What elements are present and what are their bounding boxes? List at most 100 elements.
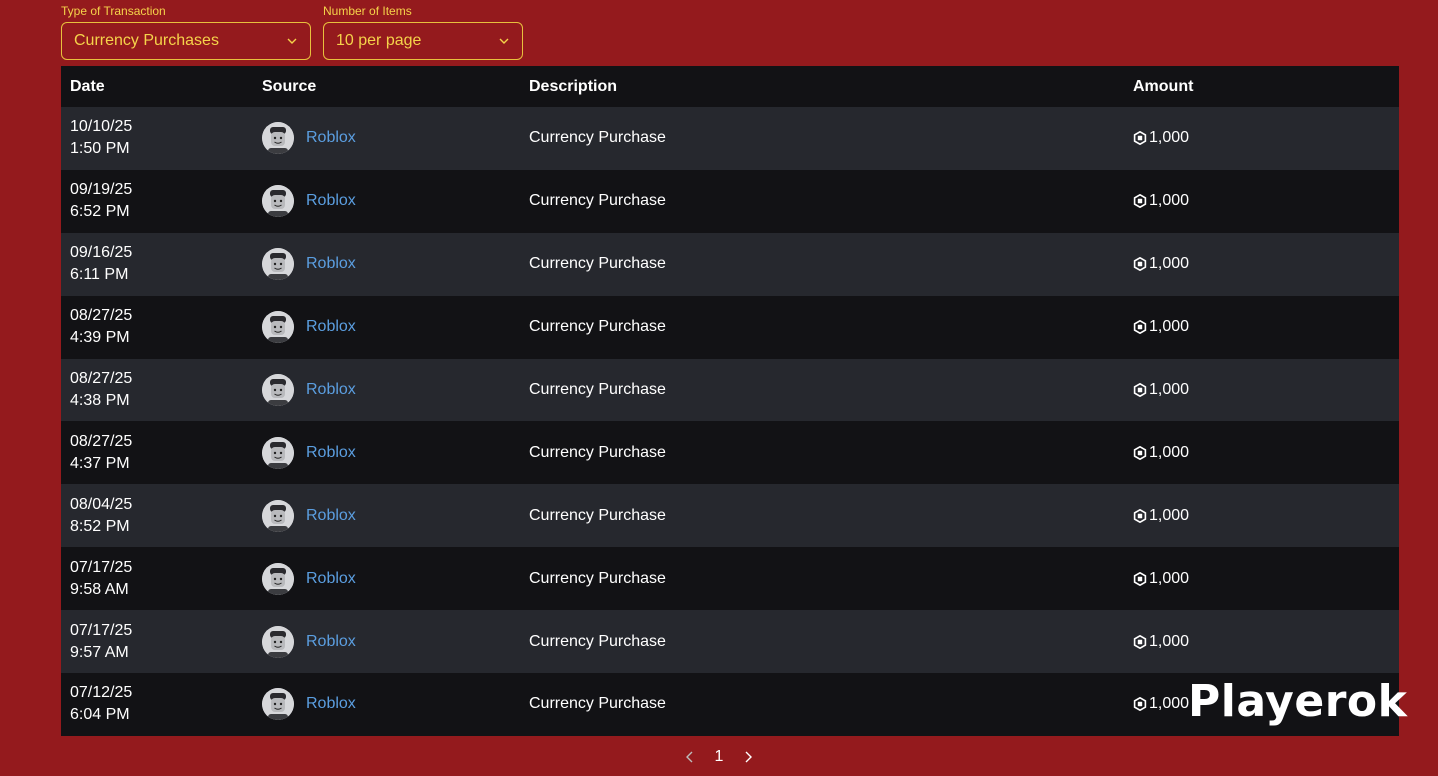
source-link[interactable]: Roblox [306, 129, 356, 147]
avatar-icon[interactable] [262, 185, 294, 218]
row-date: 08/27/25 [70, 432, 133, 450]
header-description: Description [529, 77, 618, 95]
date-cell: 08/27/25 4:37 PM [61, 431, 262, 475]
source-link[interactable]: Roblox [306, 381, 356, 399]
row-time: 4:37 PM [70, 454, 130, 472]
robux-icon [1133, 445, 1147, 460]
row-time: 4:39 PM [70, 329, 130, 347]
row-amount: 1,000 [1149, 506, 1190, 524]
filters-bar: Type of Transaction Currency Purchases N… [61, 4, 523, 60]
row-amount: 1,000 [1149, 443, 1190, 461]
row-description: Currency Purchase [529, 632, 666, 650]
row-description: Currency Purchase [529, 381, 666, 398]
chevron-down-icon [499, 38, 509, 44]
table-row: 08/27/25 4:38 PM Roblox Currency Purchas… [61, 358, 1399, 422]
source-link[interactable]: Roblox [306, 695, 356, 713]
row-date: 10/10/25 [70, 118, 133, 136]
amount-cell: 1,000 [1131, 129, 1399, 147]
row-date: 09/16/25 [70, 244, 133, 262]
chevron-left-icon[interactable] [683, 750, 697, 764]
header-source: Source [262, 77, 317, 95]
chevron-right-icon[interactable] [741, 750, 755, 764]
row-time: 8:52 PM [70, 517, 130, 535]
row-description: Currency Purchase [529, 695, 666, 713]
row-time: 1:50 PM [70, 140, 130, 158]
avatar-icon[interactable] [262, 248, 294, 281]
source-cell: Roblox [262, 625, 529, 658]
amount-cell: 1,000 [1131, 318, 1399, 336]
row-amount: 1,000 [1149, 192, 1190, 210]
row-time: 9:57 AM [70, 643, 129, 661]
source-link[interactable]: Roblox [306, 255, 356, 273]
date-cell: 10/10/25 1:50 PM [61, 116, 262, 160]
header-amount: Amount [1133, 77, 1194, 95]
source-cell: Roblox [262, 185, 529, 218]
table-row: 07/17/25 9:58 AM Roblox Currency Purchas… [61, 547, 1399, 611]
row-description: Currency Purchase [529, 506, 666, 524]
amount-cell: 1,000 [1131, 381, 1399, 399]
avatar-icon[interactable] [262, 562, 294, 595]
current-page[interactable]: 1 [715, 748, 724, 766]
row-amount: 1,000 [1149, 318, 1190, 336]
source-cell: Roblox [262, 122, 529, 155]
robux-icon [1133, 697, 1147, 712]
row-date: 08/27/25 [70, 307, 133, 325]
table-header: Date Source Description Amount [61, 66, 1399, 107]
source-link[interactable]: Roblox [306, 318, 356, 336]
row-description: Currency Purchase [529, 443, 666, 461]
transaction-type-filter: Type of Transaction Currency Purchases [61, 4, 311, 60]
source-link[interactable]: Roblox [306, 570, 356, 588]
watermark: Playerok [1188, 676, 1408, 727]
row-date: 07/12/25 [70, 684, 133, 702]
source-cell: Roblox [262, 688, 529, 721]
avatar-icon[interactable] [262, 625, 294, 658]
pagination: 1 [0, 744, 1438, 770]
table-row: 08/27/25 4:37 PM Roblox Currency Purchas… [61, 421, 1399, 485]
avatar-icon[interactable] [262, 688, 294, 721]
row-description: Currency Purchase [529, 129, 666, 147]
row-time: 4:38 PM [70, 392, 130, 409]
table-row: 08/04/25 8:52 PM Roblox Currency Purchas… [61, 484, 1399, 548]
transaction-type-value: Currency Purchases [74, 32, 219, 49]
transaction-type-label: Type of Transaction [61, 4, 166, 18]
header-date: Date [70, 77, 105, 95]
table-row: 10/10/25 1:50 PM Roblox Currency Purchas… [61, 107, 1399, 170]
avatar-icon[interactable] [262, 311, 294, 344]
robux-icon [1133, 320, 1147, 335]
row-description: Currency Purchase [529, 569, 666, 587]
items-count-label: Number of Items [323, 4, 412, 18]
avatar-icon[interactable] [262, 122, 294, 155]
robux-icon [1133, 257, 1147, 272]
robux-icon [1133, 194, 1147, 209]
date-cell: 08/27/25 4:38 PM [61, 368, 262, 412]
row-time: 6:52 PM [70, 203, 130, 221]
row-time: 9:58 AM [70, 580, 129, 598]
source-link[interactable]: Roblox [306, 192, 356, 210]
items-count-select[interactable]: 10 per page [323, 22, 523, 60]
avatar-icon[interactable] [262, 374, 294, 406]
row-date: 09/19/25 [70, 181, 133, 199]
source-cell: Roblox [262, 436, 529, 469]
date-cell: 07/17/25 9:57 AM [61, 620, 262, 664]
robux-icon [1133, 634, 1147, 649]
row-amount: 1,000 [1149, 695, 1190, 713]
date-cell: 08/04/25 8:52 PM [61, 494, 262, 538]
transaction-type-select[interactable]: Currency Purchases [61, 22, 311, 60]
avatar-icon[interactable] [262, 436, 294, 469]
date-cell: 09/16/25 6:11 PM [61, 242, 262, 286]
row-date: 07/17/25 [70, 621, 133, 639]
source-link[interactable]: Roblox [306, 633, 356, 651]
row-date: 08/27/25 [70, 370, 133, 387]
transactions-table: Date Source Description Amount 10/10/25 … [61, 66, 1399, 736]
date-cell: 08/27/25 4:39 PM [61, 305, 262, 349]
source-link[interactable]: Roblox [306, 507, 356, 525]
row-description: Currency Purchase [529, 192, 666, 210]
table-row: 07/17/25 9:57 AM Roblox Currency Purchas… [61, 610, 1399, 674]
row-date: 08/04/25 [70, 495, 133, 513]
source-cell: Roblox [262, 311, 529, 344]
amount-cell: 1,000 [1131, 633, 1399, 651]
table-row: 09/16/25 6:11 PM Roblox Currency Purchas… [61, 232, 1399, 296]
avatar-icon[interactable] [262, 499, 294, 532]
source-cell: Roblox [262, 248, 529, 281]
source-link[interactable]: Roblox [306, 444, 356, 462]
